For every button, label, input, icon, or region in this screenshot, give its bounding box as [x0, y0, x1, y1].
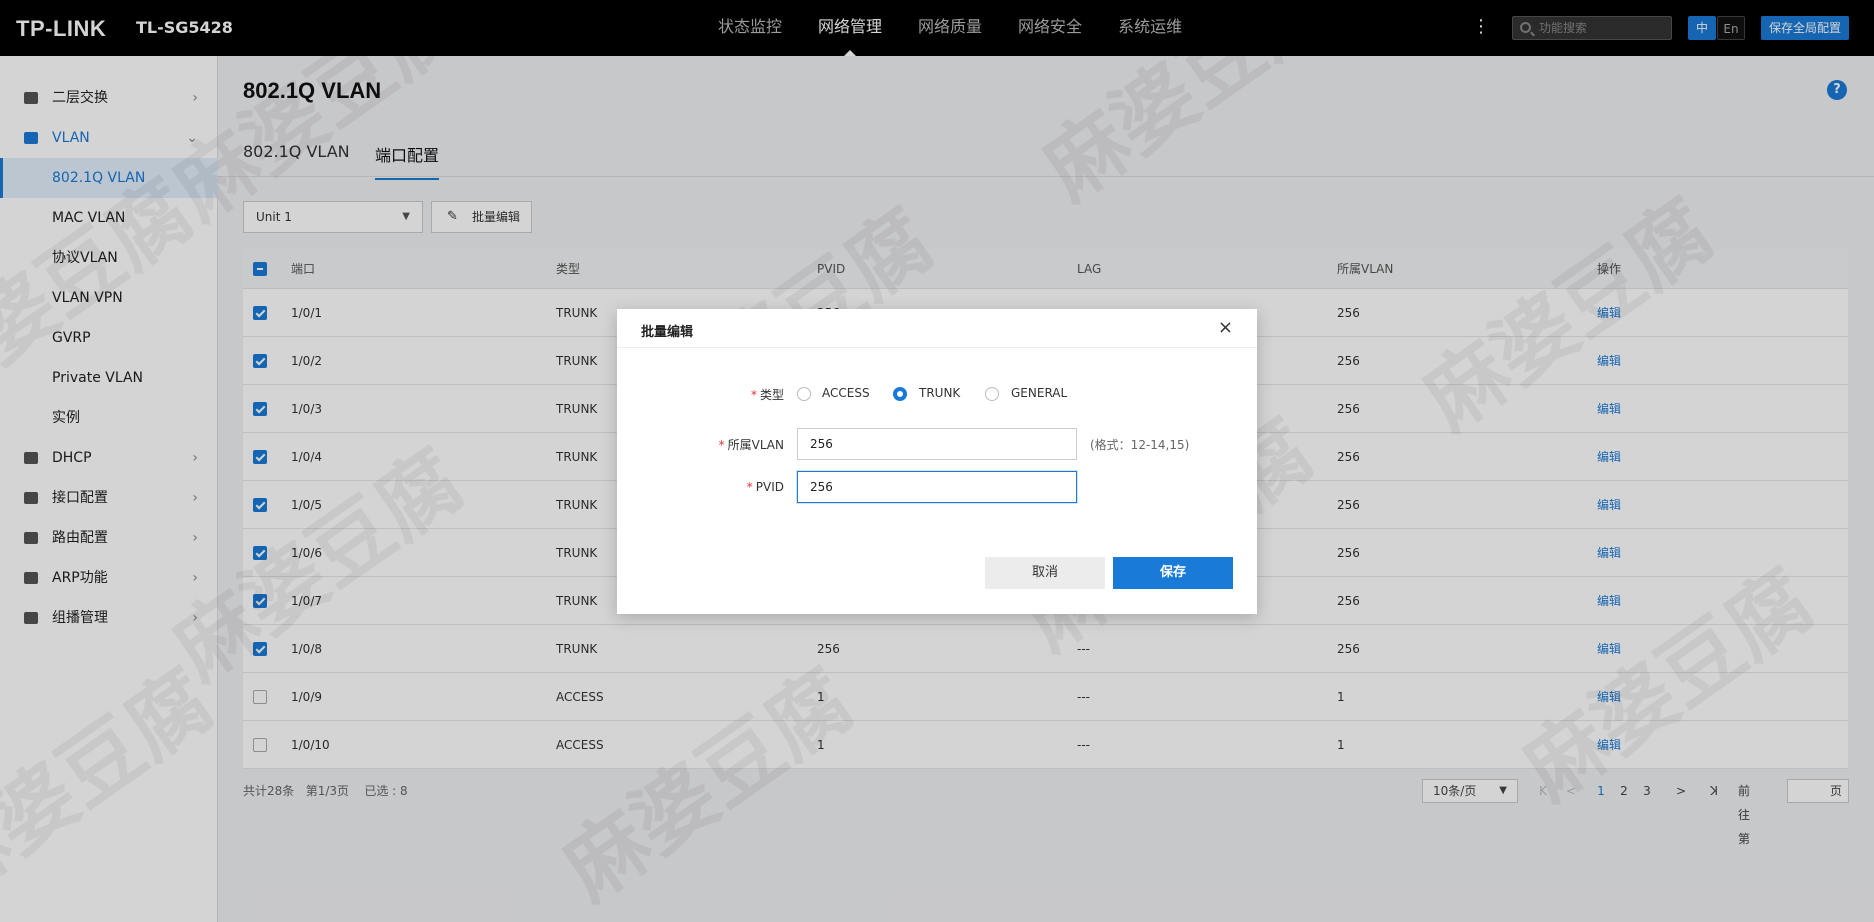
- radio-general[interactable]: [985, 387, 999, 401]
- vlan-input[interactable]: 256: [797, 428, 1077, 460]
- pvid-input[interactable]: 256: [797, 471, 1077, 503]
- save-button[interactable]: 保存: [1113, 557, 1233, 589]
- radio-trunk[interactable]: [893, 387, 907, 401]
- type-label: * 类型: [750, 388, 784, 402]
- radio-general-label[interactable]: GENERAL: [1011, 386, 1067, 400]
- radio-access-label[interactable]: ACCESS: [822, 386, 870, 400]
- dialog-divider: [617, 347, 1257, 348]
- cancel-button[interactable]: 取消: [985, 557, 1105, 589]
- vlan-format-hint: (格式：12-14,15): [1090, 438, 1190, 452]
- radio-access[interactable]: [797, 387, 811, 401]
- vlan-label: * 所属VLAN: [718, 438, 784, 452]
- dialog-title: 批量编辑: [641, 325, 694, 340]
- pvid-label: * PVID: [746, 480, 784, 494]
- close-icon[interactable]: ×: [1218, 317, 1233, 338]
- batch-edit-dialog: 批量编辑 × * 类型 ACCESS TRUNK GENERAL * 所属VLAN …: [617, 309, 1257, 614]
- radio-trunk-label[interactable]: TRUNK: [919, 386, 960, 400]
